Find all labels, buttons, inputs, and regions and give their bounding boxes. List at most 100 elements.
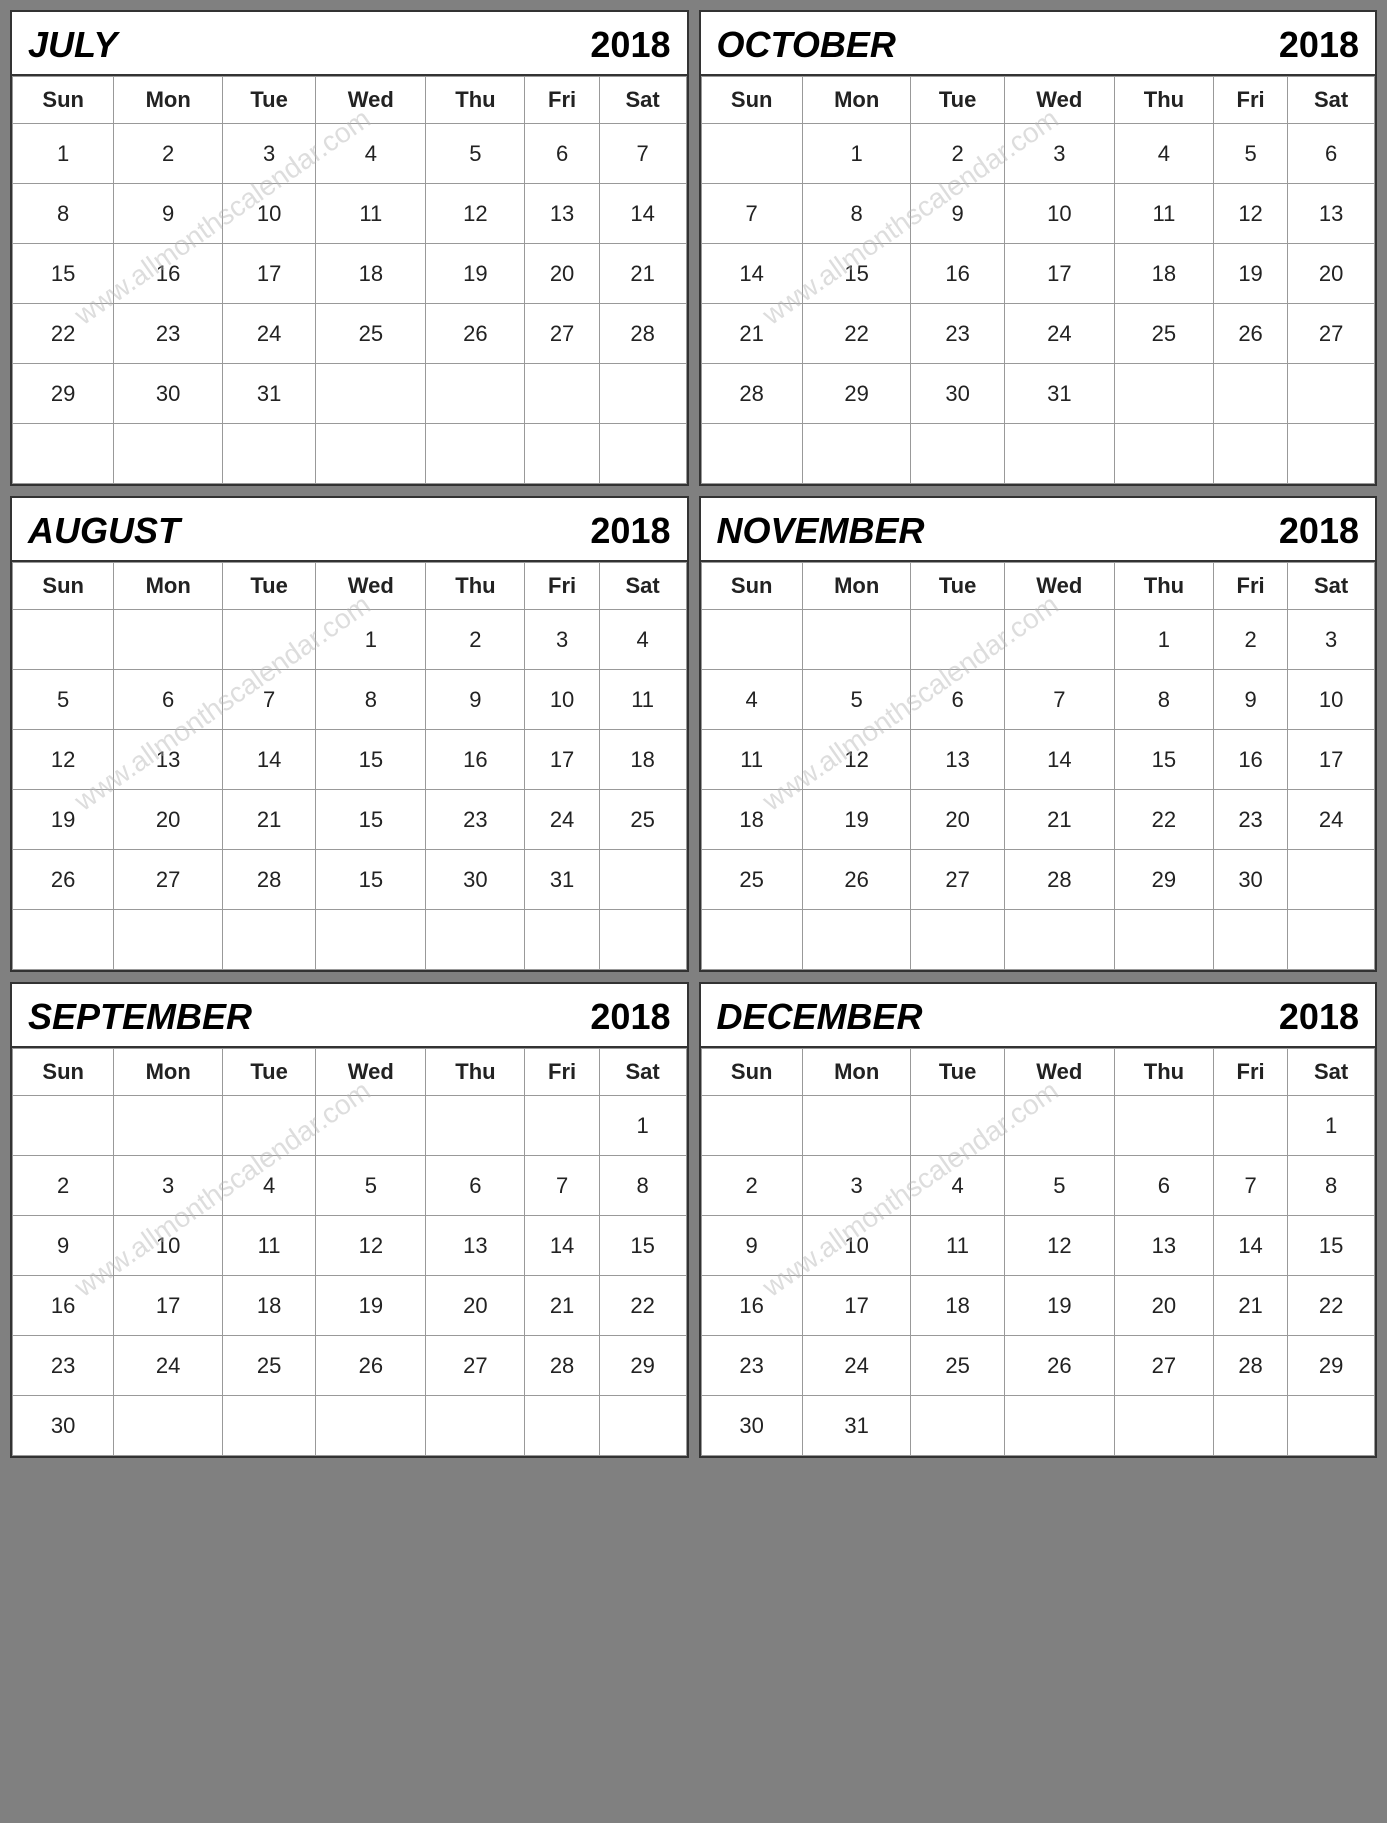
table-row: 1234	[13, 610, 687, 670]
calendar-day: 3	[1004, 124, 1114, 184]
calendar-day: 1	[13, 124, 114, 184]
calendar-day: 6	[1114, 1156, 1213, 1216]
october-day-header: Mon	[802, 77, 911, 124]
calendar-day: 6	[114, 670, 223, 730]
calendar-day	[316, 1396, 426, 1456]
calendar-day: 17	[802, 1276, 911, 1336]
calendar-day	[1213, 910, 1287, 970]
december-year: 2018	[1279, 996, 1359, 1038]
calendar-day	[426, 1396, 525, 1456]
december-month: DECEMBER	[717, 996, 923, 1038]
table-row: 2345678	[13, 1156, 687, 1216]
calendar-day	[114, 1096, 223, 1156]
table-row	[13, 424, 687, 484]
calendar-day: 26	[1004, 1336, 1114, 1396]
august-day-header: Tue	[222, 563, 315, 610]
table-row: 15161718192021	[13, 244, 687, 304]
calendar-day: 29	[1114, 850, 1213, 910]
calendar-day: 27	[114, 850, 223, 910]
calendar-day: 19	[1213, 244, 1287, 304]
calendar-day: 1	[599, 1096, 686, 1156]
calendar-day	[1213, 424, 1287, 484]
calendar-day: 4	[222, 1156, 315, 1216]
table-row: 28293031	[701, 364, 1375, 424]
calendar-day: 25	[911, 1336, 1004, 1396]
calendar-day	[911, 424, 1004, 484]
calendar-day	[222, 424, 315, 484]
calendar-day: 30	[911, 364, 1004, 424]
october-month: OCTOBER	[717, 24, 896, 66]
calendar-day	[802, 910, 911, 970]
calendar-day: 22	[802, 304, 911, 364]
calendar-day: 11	[599, 670, 686, 730]
december-day-header: Sun	[701, 1049, 802, 1096]
calendar-day: 28	[599, 304, 686, 364]
calendar-day: 28	[1213, 1336, 1287, 1396]
calendar-day: 12	[802, 730, 911, 790]
calendar-day	[316, 910, 426, 970]
december-header: DECEMBER 2018	[701, 984, 1376, 1048]
calendar-day: 21	[599, 244, 686, 304]
calendar-day: 2	[701, 1156, 802, 1216]
calendar-day: 23	[13, 1336, 114, 1396]
calendar-day: 22	[599, 1276, 686, 1336]
calendar-day: 7	[525, 1156, 599, 1216]
calendar-day: 16	[701, 1276, 802, 1336]
calendar-day: 21	[701, 304, 802, 364]
calendar-day: 30	[701, 1396, 802, 1456]
calendar-day: 11	[316, 184, 426, 244]
calendar-day	[1213, 1096, 1287, 1156]
calendar-day	[222, 1396, 315, 1456]
calendar-day: 28	[222, 850, 315, 910]
calendar-day	[911, 610, 1004, 670]
calendar-day: 24	[802, 1336, 911, 1396]
calendar-day	[316, 1096, 426, 1156]
table-row: 891011121314	[13, 184, 687, 244]
table-row: 262728153031	[13, 850, 687, 910]
calendar-day: 13	[1114, 1216, 1213, 1276]
july-day-header: Wed	[316, 77, 426, 124]
october-year: 2018	[1279, 24, 1359, 66]
calendar-day: 11	[222, 1216, 315, 1276]
calendar-day: 25	[316, 304, 426, 364]
august-day-header: Fri	[525, 563, 599, 610]
table-row: 18192021222324	[701, 790, 1375, 850]
november-day-header: Thu	[1114, 563, 1213, 610]
calendar-day: 27	[1288, 304, 1375, 364]
calendar-day: 20	[525, 244, 599, 304]
october-table: SunMonTueWedThuFriSat1234567891011121314…	[701, 76, 1376, 484]
calendar-day	[525, 1096, 599, 1156]
calendar-day	[1004, 1096, 1114, 1156]
calendar-day: 10	[1004, 184, 1114, 244]
calendar-day	[911, 910, 1004, 970]
december-table: SunMonTueWedThuFriSat1234567891011121314…	[701, 1048, 1376, 1456]
calendar-day: 8	[1114, 670, 1213, 730]
table-row: 11121314151617	[701, 730, 1375, 790]
calendar-day: 18	[222, 1276, 315, 1336]
calendar-day: 4	[911, 1156, 1004, 1216]
december-day-header: Fri	[1213, 1049, 1287, 1096]
calendar-day	[1004, 1396, 1114, 1456]
calendar-day: 8	[599, 1156, 686, 1216]
calendar-day: 10	[525, 670, 599, 730]
october-day-header: Fri	[1213, 77, 1287, 124]
table-row: 1	[13, 1096, 687, 1156]
calendar-day: 20	[1114, 1276, 1213, 1336]
calendar-day: 3	[802, 1156, 911, 1216]
calendar-day: 9	[1213, 670, 1287, 730]
calendar-day	[426, 364, 525, 424]
calendar-day: 30	[114, 364, 223, 424]
calendar-day: 29	[802, 364, 911, 424]
table-row: 123456	[701, 124, 1375, 184]
calendar-day: 26	[1213, 304, 1287, 364]
october-day-header: Thu	[1114, 77, 1213, 124]
calendar-day: 17	[1288, 730, 1375, 790]
december-day-header: Sat	[1288, 1049, 1375, 1096]
calendar-day: 2	[114, 124, 223, 184]
calendar-day: 17	[222, 244, 315, 304]
october-day-header: Sun	[701, 77, 802, 124]
calendar-day: 14	[222, 730, 315, 790]
august-table: SunMonTueWedThuFriSat1234567891011121314…	[12, 562, 687, 970]
calendar-day	[599, 910, 686, 970]
calendar-day	[1288, 1396, 1375, 1456]
